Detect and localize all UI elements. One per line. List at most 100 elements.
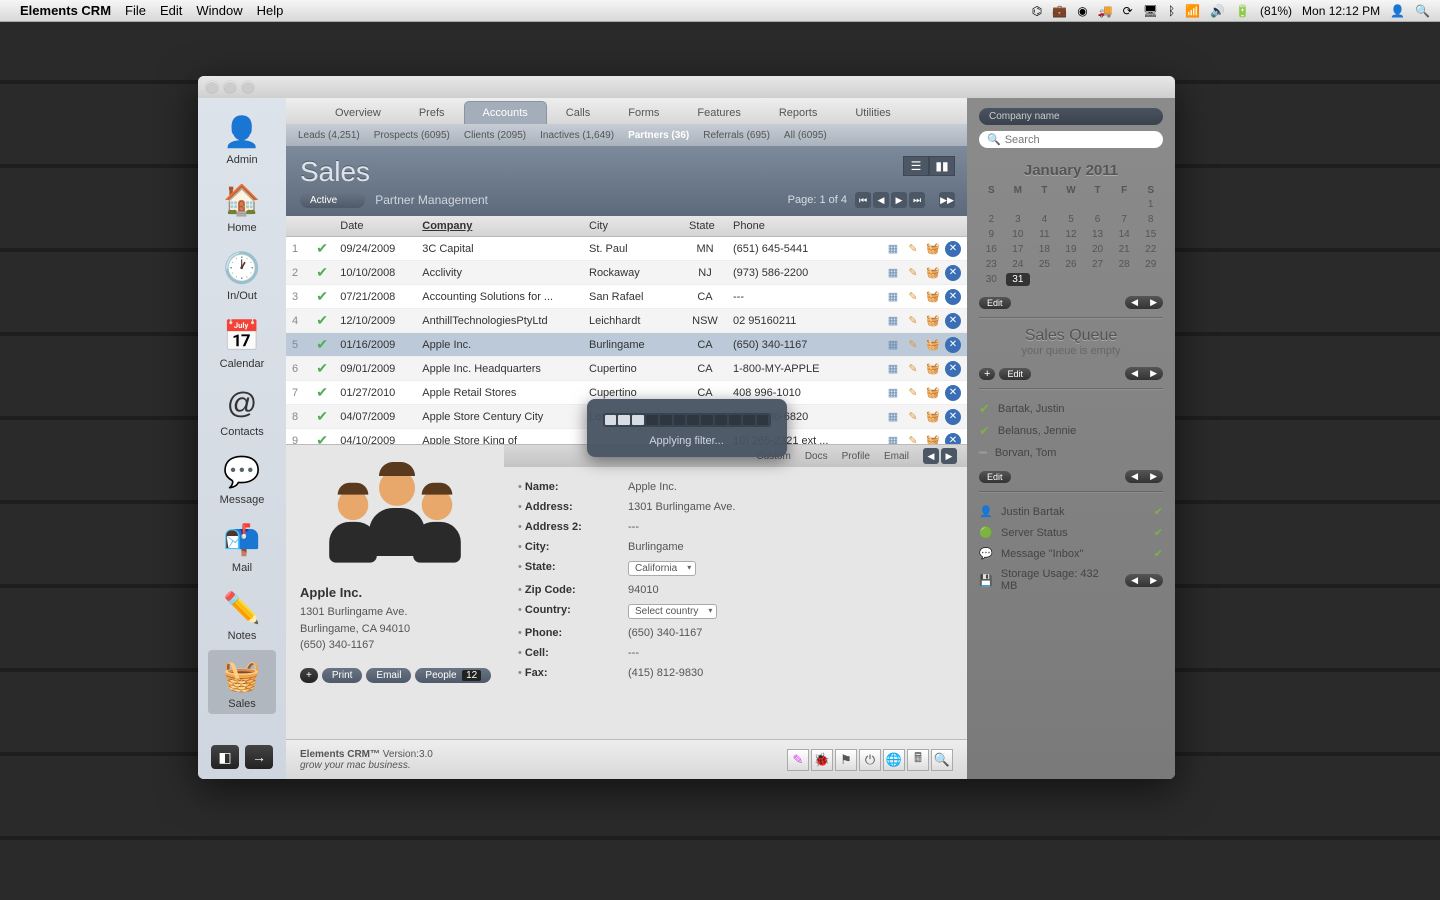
- col-City[interactable]: City: [583, 216, 683, 237]
- vcard-icon[interactable]: ▦: [885, 313, 901, 329]
- tool-globe-icon[interactable]: 🌐: [883, 749, 905, 771]
- cal-day[interactable]: 25: [1032, 258, 1057, 271]
- email-button[interactable]: Email: [366, 668, 411, 683]
- cal-day[interactable]: 5: [1059, 213, 1084, 226]
- minimize-traffic[interactable]: [224, 81, 236, 93]
- edit-icon[interactable]: ✎: [905, 361, 921, 377]
- briefcase-icon[interactable]: 💼: [1052, 4, 1067, 18]
- sidebar-next-btn[interactable]: →: [245, 745, 273, 769]
- cal-day[interactable]: 24: [1006, 258, 1031, 271]
- tab-overview[interactable]: Overview: [316, 101, 400, 124]
- status-row[interactable]: 💬 Message "Inbox" ✔: [979, 543, 1163, 564]
- subtab-2[interactable]: Clients (2095): [464, 130, 526, 141]
- vcard-icon[interactable]: ▦: [885, 409, 901, 425]
- cal-day[interactable]: 12: [1059, 228, 1084, 241]
- tool-power-icon[interactable]: ⏻: [859, 749, 881, 771]
- cal-day[interactable]: 23: [979, 258, 1004, 271]
- cal-day[interactable]: 18: [1032, 243, 1057, 256]
- detail-tab-docs[interactable]: Docs: [805, 451, 828, 462]
- delete-icon[interactable]: ✕: [945, 265, 961, 281]
- menu-file[interactable]: File: [125, 3, 146, 18]
- people-button[interactable]: People 12: [415, 668, 491, 683]
- cal-day[interactable]: 3: [1006, 213, 1031, 226]
- subtab-1[interactable]: Prospects (6095): [374, 130, 450, 141]
- detail-tab-profile[interactable]: Profile: [842, 451, 870, 462]
- sidebar-item-home[interactable]: 🏠 Home: [208, 174, 276, 238]
- edit-calendar-btn[interactable]: Edit: [979, 297, 1011, 309]
- tab-prefs[interactable]: Prefs: [400, 101, 464, 124]
- table-row[interactable]: 3 ✔ 07/21/2008 Accounting Solutions for …: [286, 285, 967, 309]
- basket-icon[interactable]: 🧺: [925, 265, 941, 281]
- status-row[interactable]: 💾 Storage Usage: 432 MB ◀▶: [979, 564, 1163, 596]
- zoom-traffic[interactable]: [242, 81, 254, 93]
- sidebar-item-admin[interactable]: 👤 Admin: [208, 106, 276, 170]
- delete-icon[interactable]: ✕: [945, 409, 961, 425]
- vcard-icon[interactable]: ▦: [885, 337, 901, 353]
- print-button[interactable]: Print: [322, 668, 363, 683]
- sync-icon[interactable]: ◉: [1077, 4, 1087, 18]
- cal-day[interactable]: 21: [1112, 243, 1137, 256]
- edit-icon[interactable]: ✎: [905, 241, 921, 257]
- sidebar-collapse-btn[interactable]: ◧: [211, 745, 239, 769]
- user-row[interactable]: ✔ Bartak, Justin: [979, 398, 1163, 420]
- col-n7[interactable]: [867, 216, 967, 237]
- battery-icon[interactable]: 🔋: [1235, 4, 1250, 18]
- cal-day[interactable]: 8: [1138, 213, 1163, 226]
- subtab-6[interactable]: All (6095): [784, 130, 827, 141]
- page-prev[interactable]: ◀: [873, 192, 889, 208]
- titlebar[interactable]: [198, 76, 1175, 98]
- cal-day[interactable]: 10: [1006, 228, 1031, 241]
- edit-icon[interactable]: ✎: [905, 289, 921, 305]
- page-next[interactable]: ▶: [891, 192, 907, 208]
- cal-day[interactable]: 9: [979, 228, 1004, 241]
- active-pill[interactable]: Active: [300, 192, 365, 208]
- users-edit-btn[interactable]: Edit: [979, 471, 1011, 483]
- cal-day[interactable]: 19: [1059, 243, 1084, 256]
- bluetooth-icon[interactable]: ᛒ: [1168, 4, 1175, 18]
- clock[interactable]: Mon 12:12 PM: [1302, 4, 1380, 18]
- vcard-icon[interactable]: ▦: [885, 265, 901, 281]
- vcard-icon[interactable]: ▦: [885, 433, 901, 445]
- menu-help[interactable]: Help: [257, 3, 284, 18]
- col-Phone[interactable]: Phone: [727, 216, 867, 237]
- vcard-icon[interactable]: ▦: [885, 241, 901, 257]
- delete-icon[interactable]: ✕: [945, 337, 961, 353]
- detail-tab-prev[interactable]: ◀: [923, 448, 939, 464]
- wifi-icon[interactable]: 📶: [1185, 4, 1200, 18]
- delete-icon[interactable]: ✕: [945, 289, 961, 305]
- dropbox-icon[interactable]: ⌬: [1032, 4, 1042, 18]
- cal-day[interactable]: 14: [1112, 228, 1137, 241]
- delete-icon[interactable]: ✕: [945, 241, 961, 257]
- col-State[interactable]: State: [683, 216, 727, 237]
- queue-edit-btn[interactable]: Edit: [999, 368, 1031, 380]
- cal-day[interactable]: 1: [1138, 198, 1163, 211]
- search-input[interactable]: [1005, 134, 1155, 146]
- tab-utilities[interactable]: Utilities: [836, 101, 909, 124]
- calendar-nav[interactable]: ◀▶: [1125, 296, 1163, 309]
- cal-day[interactable]: 28: [1112, 258, 1137, 271]
- tab-reports[interactable]: Reports: [760, 101, 837, 124]
- sidebar-item-in/out[interactable]: 🕐 In/Out: [208, 242, 276, 306]
- volume-icon[interactable]: 🔊: [1210, 4, 1225, 18]
- delete-icon[interactable]: ✕: [945, 313, 961, 329]
- cal-day[interactable]: 15: [1138, 228, 1163, 241]
- company-selector[interactable]: Company name: [979, 108, 1163, 125]
- field-value[interactable]: California: [628, 561, 953, 576]
- basket-icon[interactable]: 🧺: [925, 289, 941, 305]
- field-value[interactable]: Select country: [628, 604, 953, 619]
- cal-day[interactable]: 31: [1006, 273, 1031, 286]
- table-row[interactable]: 4 ✔ 12/10/2009 AnthillTechnologiesPtyLtd…: [286, 309, 967, 333]
- page-go[interactable]: ▶▶: [939, 192, 955, 208]
- table-row[interactable]: 6 ✔ 09/01/2009 Apple Inc. Headquarters C…: [286, 357, 967, 381]
- cal-day[interactable]: 6: [1085, 213, 1110, 226]
- edit-icon[interactable]: ✎: [905, 313, 921, 329]
- tool-flag-icon[interactable]: ⚑: [835, 749, 857, 771]
- basket-icon[interactable]: 🧺: [925, 313, 941, 329]
- table-row[interactable]: 1 ✔ 09/24/2009 3C Capital St. Paul MN (6…: [286, 237, 967, 261]
- cal-day[interactable]: 2: [979, 213, 1004, 226]
- tool-search-icon[interactable]: 🔍: [931, 749, 953, 771]
- cal-day[interactable]: 27: [1085, 258, 1110, 271]
- page-last[interactable]: ⏭: [909, 192, 925, 208]
- edit-icon[interactable]: ✎: [905, 385, 921, 401]
- queue-add-btn[interactable]: +: [979, 368, 995, 380]
